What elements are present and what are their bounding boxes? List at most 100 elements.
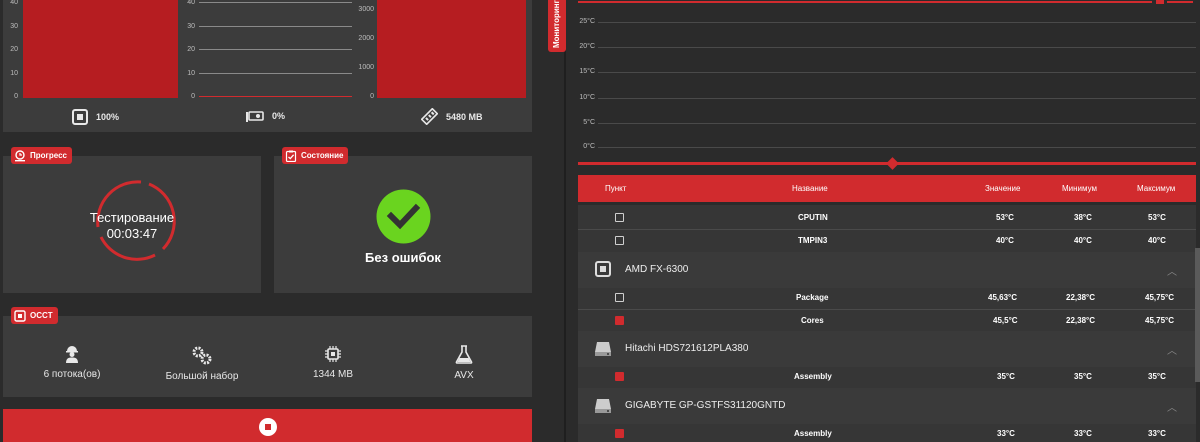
row-min: 40°C (1074, 236, 1092, 245)
gridline (598, 47, 1196, 48)
col-min: Минимум (1062, 184, 1098, 193)
chevron-up-icon[interactable]: ︿ (1167, 263, 1177, 278)
row-checkbox[interactable] (615, 213, 624, 222)
row-name: Package (796, 293, 829, 302)
row-checkbox-checked[interactable] (615, 372, 624, 381)
tick-label: 20 (10, 46, 18, 53)
temp-series-line (578, 1, 1152, 3)
cpu-icon (595, 261, 611, 277)
cpu-usage-area (23, 0, 178, 98)
tick-label: 0 (191, 93, 195, 100)
row-checkbox[interactable] (615, 293, 624, 302)
tick-label: 2000 (358, 35, 374, 42)
row-max: 53°C (1148, 213, 1166, 222)
tick-label: 10 (187, 70, 195, 77)
row-max: 45,75°C (1145, 316, 1174, 325)
occt-threads: 6 потока(ов) (32, 345, 112, 380)
tick-label: 30 (187, 23, 195, 30)
gpu-icon (246, 111, 264, 122)
row-name: Cores (801, 316, 824, 325)
tick-label: 20 (187, 46, 195, 53)
col-name: Название (792, 184, 828, 193)
status-tag: Состояние (282, 147, 349, 164)
tick-label: 3000 (358, 6, 374, 13)
gridline (199, 2, 352, 3)
row-checkbox[interactable] (615, 236, 624, 245)
y-tick-label: 10°C (579, 94, 595, 101)
col-max: Максимум (1137, 184, 1176, 193)
status-label: Без ошибок (365, 250, 441, 265)
col-value: Значение (985, 184, 1021, 193)
progress-tag: Прогресс (11, 147, 72, 164)
legend-swatch (1156, 0, 1164, 4)
sensor-group-ssd[interactable]: GIGABYTE GP-GSTFS31120GNTD ︿ (578, 388, 1196, 424)
chevron-up-icon[interactable]: ︿ (1167, 342, 1177, 357)
row-checkbox-checked[interactable] (615, 429, 624, 438)
row-name: CPUTIN (798, 213, 828, 222)
occt-tag-label: OCCT (30, 311, 53, 320)
ram-usage-value: 5480 MB (446, 111, 483, 122)
monitoring-tab[interactable]: Мониторинг (548, 0, 566, 52)
monitoring-tab-label: Мониторинг (552, 0, 561, 48)
row-value: 40°C (996, 236, 1014, 245)
tick-label: 0 (370, 93, 374, 100)
progress-label: Тестирование (89, 210, 175, 225)
occt-instruction: AVX (424, 345, 504, 381)
row-max: 33°C (1148, 429, 1166, 438)
legend-dash (1167, 1, 1193, 3)
hdd-icon (595, 342, 611, 356)
row-value: 53°C (996, 213, 1014, 222)
sensor-group-hdd[interactable]: Hitachi HDS721612PLA380 ︿ (578, 331, 1196, 367)
row-checkbox-checked[interactable] (615, 316, 624, 325)
row-min: 35°C (1074, 372, 1092, 381)
worker-icon (66, 346, 78, 363)
cpu-small-icon (14, 309, 26, 322)
gridline (598, 22, 1196, 23)
row-value: 33°C (997, 429, 1015, 438)
row-min: 38°C (1074, 213, 1092, 222)
hdd-icon (595, 399, 611, 413)
group-name: Hitachi HDS721612PLA380 (625, 343, 749, 354)
sensor-group-cpu[interactable]: AMD FX-6300 ︿ (578, 252, 1196, 288)
table-row[interactable]: Package 45,63°C 22,38°C 45,75°C (578, 288, 1196, 309)
row-min: 33°C (1074, 429, 1092, 438)
check-icon (376, 189, 431, 244)
gridline (199, 26, 352, 27)
chevron-up-icon[interactable]: ︿ (1167, 399, 1177, 414)
cpu-icon (72, 109, 88, 125)
row-name: TMPIN3 (798, 236, 828, 245)
gridline (598, 147, 1196, 148)
occt-memory: 1344 MB (293, 345, 373, 380)
gridline (598, 72, 1196, 73)
tick-label: 40 (10, 0, 18, 6)
occt-threads-label: 6 потока(ов) (43, 369, 101, 380)
table-row[interactable]: Assembly 33°C 33°C 33°C (578, 424, 1196, 442)
row-value: 35°C (997, 372, 1015, 381)
occt-dataset: Большой набор (152, 345, 252, 382)
occt-instruction-label: AVX (454, 370, 474, 381)
row-max: 35°C (1148, 372, 1166, 381)
panel-divider[interactable] (540, 0, 566, 442)
cpu-usage-stat: 100% (72, 109, 119, 125)
clipboard-check-icon (285, 150, 297, 162)
row-min: 22,38°C (1066, 293, 1095, 302)
gridline (598, 123, 1196, 124)
gridline (199, 73, 352, 74)
table-row[interactable]: Assembly 35°C 35°C 35°C (578, 367, 1196, 388)
status-tag-label: Состояние (301, 151, 344, 160)
group-name: AMD FX-6300 (625, 264, 689, 275)
gridline (199, 49, 352, 50)
y-tick-label: 15°C (579, 68, 595, 75)
y-tick-label: 25°C (579, 18, 595, 25)
table-row[interactable]: CPUTIN 53°C 38°C 53°C (578, 205, 1196, 229)
gpu-usage-value: 0% (272, 111, 286, 121)
tick-label: 40 (187, 0, 195, 6)
occt-dataset-label: Большой набор (165, 371, 239, 382)
group-name: GIGABYTE GP-GSTFS31120GNTD (625, 400, 786, 411)
table-row[interactable]: Cores 45,5°C 22,38°C 45,75°C (578, 310, 1196, 331)
table-row[interactable]: TMPIN3 40°C 40°C 40°C (578, 230, 1196, 252)
y-tick-label: 0°C (583, 143, 595, 150)
stop-button[interactable] (3, 409, 532, 442)
table-scrollbar[interactable] (1195, 248, 1200, 382)
row-value: 45,63°C (988, 293, 1017, 302)
